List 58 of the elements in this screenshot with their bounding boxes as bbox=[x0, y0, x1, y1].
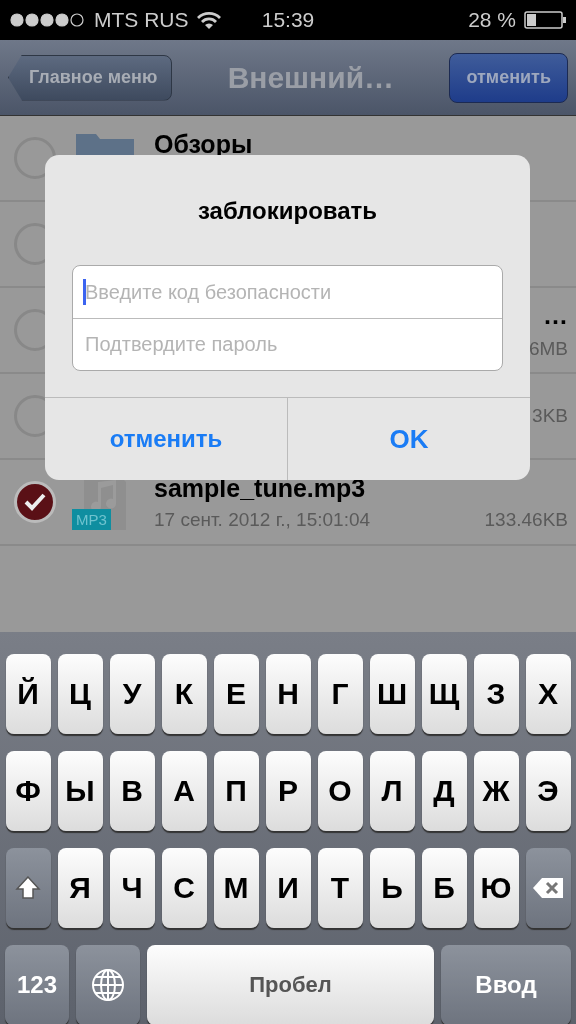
shift-key[interactable] bbox=[5, 848, 51, 928]
return-key[interactable]: Ввод bbox=[441, 945, 571, 1024]
keyboard-key[interactable]: Е bbox=[213, 654, 259, 734]
file-date: 17 сент. 2012 г., 15:01:04 bbox=[154, 508, 371, 531]
keyboard-key[interactable]: В bbox=[109, 751, 155, 831]
backspace-key[interactable] bbox=[525, 848, 571, 928]
keyboard-key[interactable]: Ь bbox=[369, 848, 415, 928]
keyboard-key[interactable]: Щ bbox=[421, 654, 467, 734]
keyboard-key[interactable]: Я bbox=[57, 848, 103, 928]
keyboard-key[interactable]: А bbox=[161, 751, 207, 831]
keyboard-key[interactable]: Ш bbox=[369, 654, 415, 734]
keyboard-key[interactable]: Ц bbox=[57, 654, 103, 734]
keyboard-key[interactable]: Н bbox=[265, 654, 311, 734]
keyboard-key[interactable]: Т bbox=[317, 848, 363, 928]
file-size: 133.46KB bbox=[484, 508, 568, 531]
file-name: … bbox=[543, 300, 568, 330]
keyboard-key[interactable]: Р bbox=[265, 751, 311, 831]
keyboard-key[interactable]: М bbox=[213, 848, 259, 928]
space-key[interactable]: Пробел bbox=[147, 945, 434, 1024]
file-size: 3KB bbox=[532, 405, 568, 427]
keyboard-key[interactable]: Э bbox=[525, 751, 571, 831]
battery-icon bbox=[524, 11, 566, 29]
keyboard-key[interactable]: Х bbox=[525, 654, 571, 734]
globe-icon bbox=[91, 968, 125, 1002]
dialog-title: заблокировать bbox=[196, 196, 379, 226]
keyboard-key[interactable]: Б bbox=[421, 848, 467, 928]
keyboard-key[interactable]: Ф bbox=[5, 751, 51, 831]
keyboard-key[interactable]: Й bbox=[5, 654, 51, 734]
keyboard-key[interactable]: И bbox=[265, 848, 311, 928]
keyboard-key[interactable]: Д bbox=[421, 751, 467, 831]
keyboard-key[interactable]: З bbox=[473, 654, 519, 734]
keyboard-key[interactable]: У bbox=[109, 654, 155, 734]
battery-percent: 28 % bbox=[468, 8, 516, 32]
shift-arrow-icon bbox=[15, 875, 41, 901]
file-size: 6MB bbox=[528, 337, 568, 360]
file-name: Обзоры bbox=[154, 130, 253, 158]
screen-title: Внешний… bbox=[226, 60, 396, 95]
carrier-name: MTS RUS bbox=[94, 8, 189, 32]
keyboard-key[interactable]: Л bbox=[369, 751, 415, 831]
keyboard-key[interactable]: Г bbox=[317, 654, 363, 734]
wifi-icon bbox=[196, 11, 221, 29]
checkmark-icon bbox=[24, 493, 46, 511]
keyboard-key[interactable]: Ы bbox=[57, 751, 103, 831]
clock-time: 15:39 bbox=[261, 8, 315, 32]
keyboard-key[interactable]: П bbox=[213, 751, 259, 831]
keyboard-key[interactable]: Ж bbox=[473, 751, 519, 831]
select-radio[interactable] bbox=[14, 481, 56, 523]
numbers-key[interactable]: 123 bbox=[5, 945, 69, 1024]
keyboard-key[interactable]: Ч bbox=[109, 848, 155, 928]
keyboard-key[interactable]: С bbox=[161, 848, 207, 928]
signal-icon bbox=[10, 13, 86, 27]
file-type-badge: MP3 bbox=[72, 509, 111, 530]
globe-key[interactable] bbox=[76, 945, 140, 1024]
input-field[interactable]: Подтвердите пароль bbox=[83, 332, 492, 357]
keyboard-key[interactable]: К bbox=[161, 654, 207, 734]
keyboard-key[interactable]: О bbox=[317, 751, 363, 831]
keyboard-key[interactable]: Ю bbox=[473, 848, 519, 928]
backspace-icon bbox=[532, 877, 564, 899]
